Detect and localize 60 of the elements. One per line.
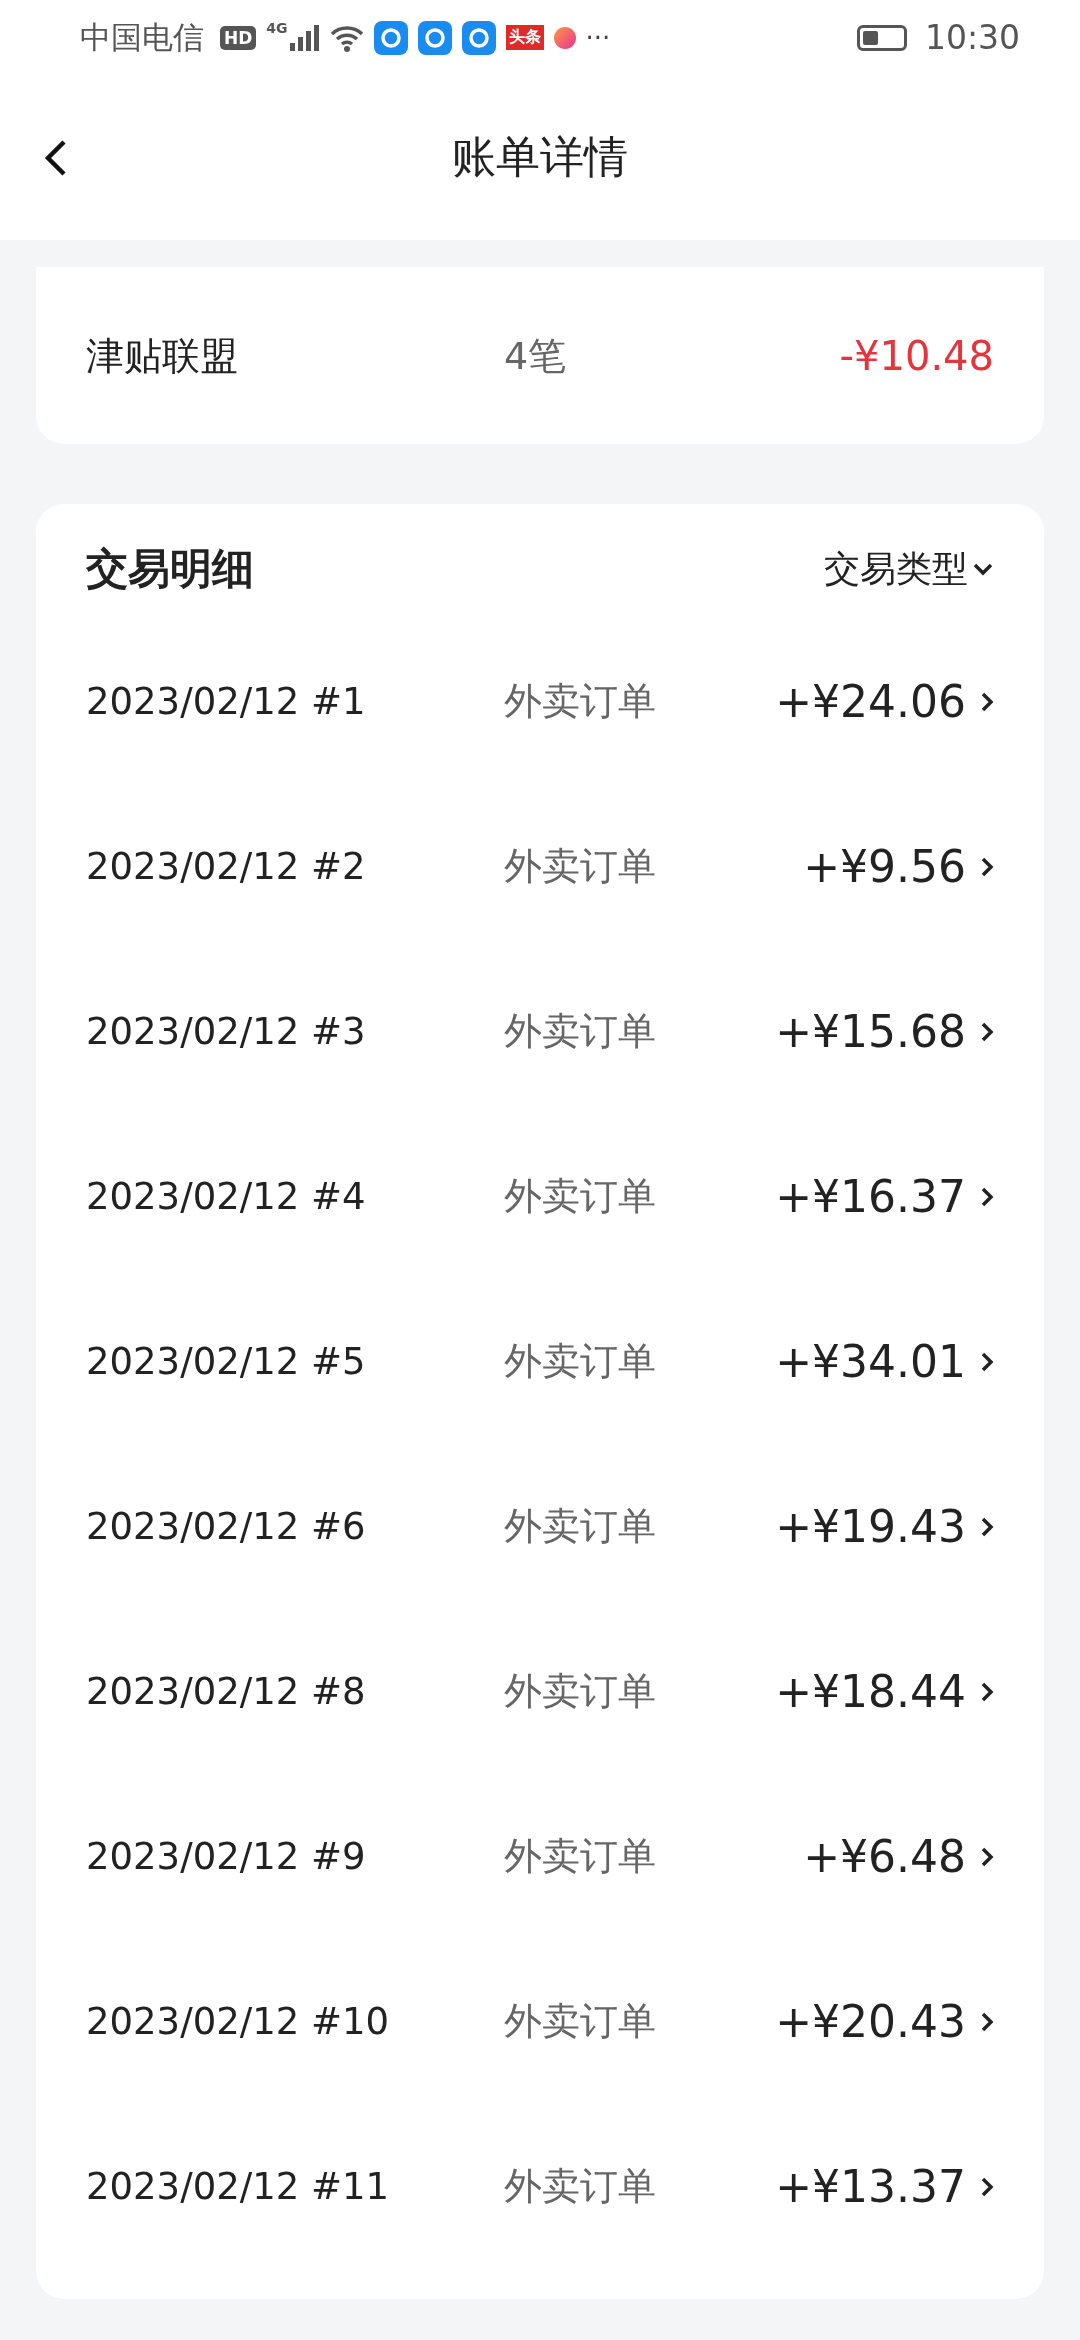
- section-title: 交易明细: [86, 543, 254, 595]
- transaction-amount[interactable]: +¥9.56: [803, 841, 994, 892]
- transaction-date: 2023/02/12 #4: [86, 1175, 367, 1218]
- subsidy-name: 津贴联盟: [86, 332, 239, 380]
- transaction-type: 外卖订单: [504, 1338, 657, 1385]
- chevron-right-icon: [980, 2175, 994, 2198]
- transaction-type: 外卖订单: [504, 2163, 657, 2210]
- transaction-date: 2023/02/12 #10: [86, 2000, 391, 2043]
- transaction-amount[interactable]: +¥6.48: [803, 1831, 994, 1882]
- transaction-type: 外卖订单: [504, 1998, 657, 2045]
- transaction-date: 2023/02/12 #8: [86, 1670, 367, 1713]
- transaction-date: 2023/02/12 #11: [86, 2165, 391, 2208]
- transaction-amount[interactable]: +¥15.68: [775, 1006, 994, 1057]
- battery-icon: [856, 24, 907, 51]
- transaction-amount[interactable]: +¥24.06: [775, 676, 994, 727]
- transaction-amount[interactable]: +¥16.37: [775, 1171, 994, 1222]
- subsidy-amount: -¥10.48: [839, 333, 994, 379]
- page-title: 账单详情: [452, 130, 628, 184]
- transaction-type: 外卖订单: [504, 1668, 657, 1715]
- transaction-amount[interactable]: +¥13.37: [775, 2161, 994, 2212]
- chevron-right-icon: [980, 855, 994, 878]
- chevron-right-icon: [980, 1020, 994, 1043]
- signal-icon: [289, 24, 320, 51]
- chevron-right-icon: [980, 1515, 994, 1538]
- transaction-date: 2023/02/12 #6: [86, 1505, 367, 1548]
- chevron-right-icon: [980, 1680, 994, 1703]
- carrier-name: 中国电信: [80, 17, 204, 57]
- transaction-date: 2023/02/12 #9: [86, 1835, 367, 1878]
- network-type: 4G: [266, 20, 288, 36]
- app-icon: [461, 20, 496, 55]
- transaction-type: 外卖订单: [504, 678, 657, 725]
- transaction-amount[interactable]: +¥19.43: [775, 1501, 994, 1552]
- more-notifications: ···: [585, 22, 611, 53]
- app-icon: [373, 20, 408, 55]
- transaction-date: 2023/02/12 #2: [86, 845, 367, 888]
- transaction-date: 2023/02/12 #5: [86, 1340, 367, 1383]
- transaction-type: 外卖订单: [504, 1173, 657, 1220]
- app-icon: [553, 26, 576, 49]
- transaction-amount[interactable]: +¥18.44: [775, 1666, 994, 1717]
- chevron-down-icon: [972, 562, 994, 576]
- order-count: 4笔: [504, 332, 568, 380]
- chevron-right-icon: [980, 1845, 994, 1868]
- transaction-amount[interactable]: +¥20.43: [775, 1996, 994, 2047]
- hd-badge: HD: [220, 25, 257, 50]
- transaction-type: 外卖订单: [504, 843, 657, 890]
- chevron-right-icon: [980, 690, 994, 713]
- transaction-date: 2023/02/12 #1: [86, 680, 367, 723]
- chevron-right-icon: [980, 2010, 994, 2033]
- app-badge: 头条: [505, 25, 544, 50]
- transaction-type: 外卖订单: [504, 1008, 657, 1055]
- chevron-right-icon: [980, 1350, 994, 1373]
- transaction-amount[interactable]: +¥34.01: [775, 1336, 994, 1387]
- chevron-right-icon: [980, 1185, 994, 1208]
- app-icon: [417, 20, 452, 55]
- clock: 10:30: [924, 18, 1020, 57]
- wifi-icon: [329, 23, 364, 52]
- transaction-type: 外卖订单: [504, 1503, 657, 1550]
- type-filter[interactable]: 交易类型: [824, 544, 994, 594]
- transaction-type: 外卖订单: [504, 1833, 657, 1880]
- transaction-date: 2023/02/12 #3: [86, 1010, 367, 1053]
